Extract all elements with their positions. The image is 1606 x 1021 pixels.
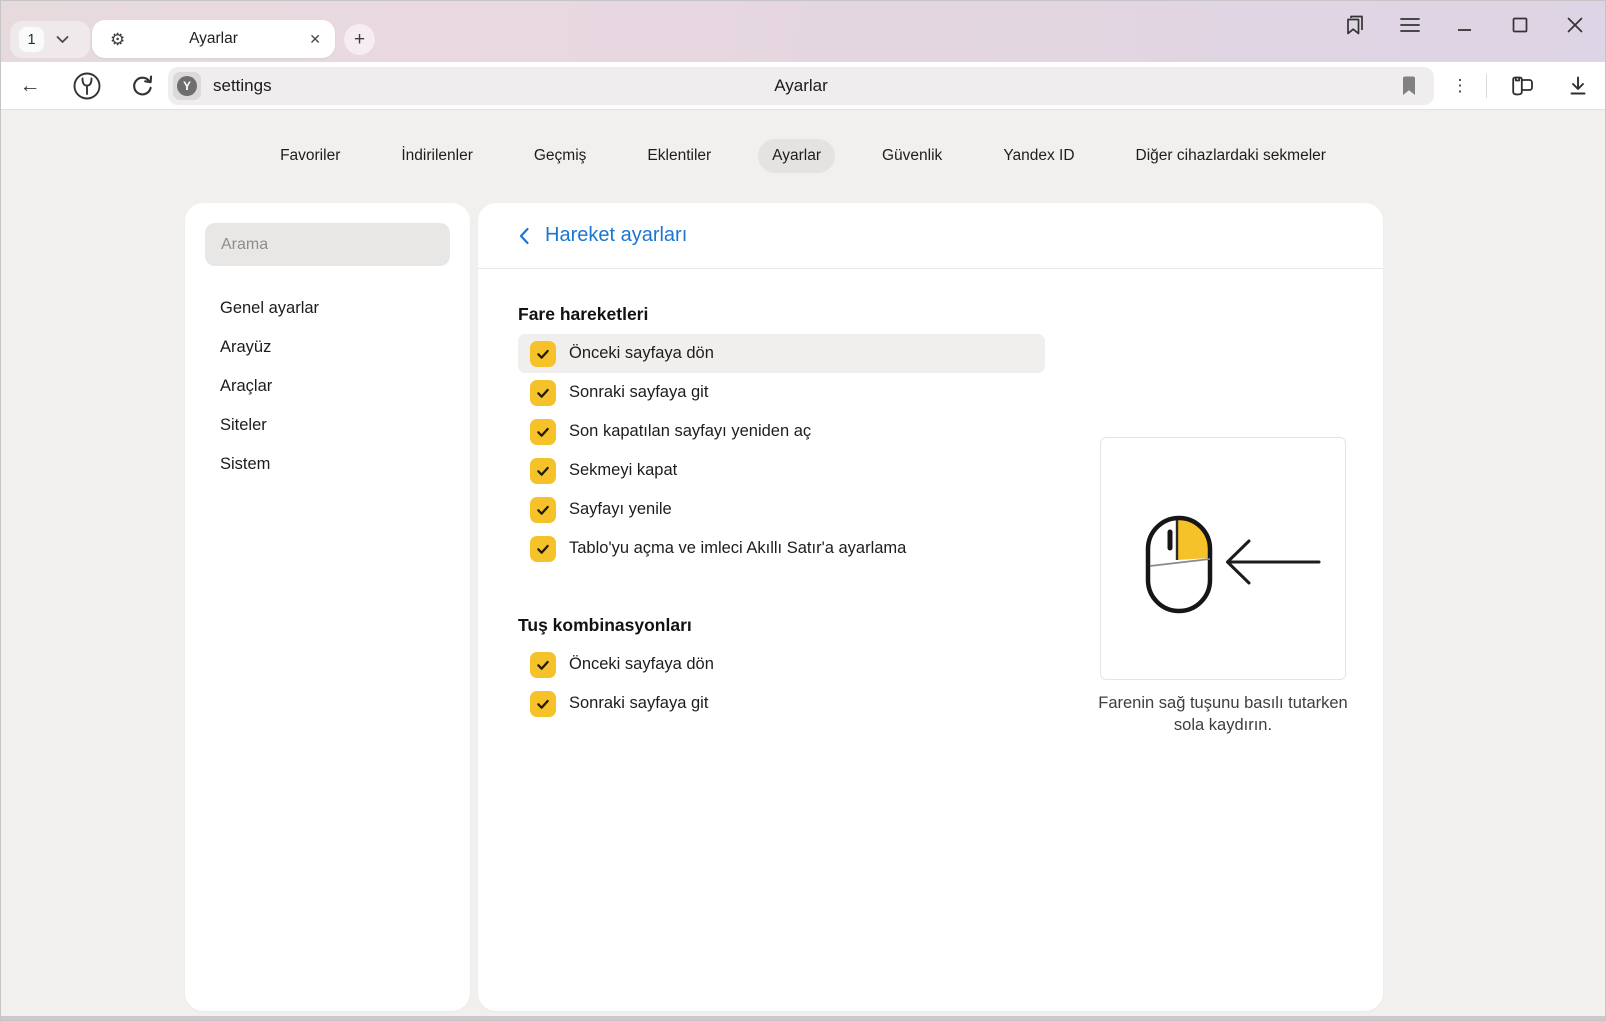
settings-sidebar: Genel ayarlar Arayüz Araçlar Siteler Sis… <box>185 203 470 1011</box>
menu-icon[interactable] <box>1398 13 1422 37</box>
panel-title: Hareket ayarları <box>545 224 687 247</box>
tab-count[interactable]: 1 <box>18 26 45 53</box>
tab-counter-button[interactable]: 1 <box>10 21 90 58</box>
checkbox-checked[interactable] <box>530 419 556 445</box>
settings-nav: Favoriler İndirilenler Geçmiş Eklentiler… <box>0 139 1606 173</box>
chevron-down-icon[interactable] <box>56 35 69 44</box>
address-bar[interactable]: Y settings Ayarlar <box>168 67 1434 105</box>
checkmark-icon <box>535 424 551 440</box>
checkmark-icon <box>535 541 551 557</box>
checkmark-icon <box>535 346 551 362</box>
gesture-row[interactable]: Önceki sayfaya dön <box>518 645 1045 684</box>
back-to-settings-button[interactable]: Hareket ayarları <box>478 203 1383 269</box>
window-bottom-edge <box>0 1016 1606 1021</box>
gesture-illustration <box>1100 437 1346 680</box>
maximize-icon[interactable] <box>1508 13 1532 37</box>
gesture-row[interactable]: Sonraki sayfaya git <box>518 373 1045 412</box>
back-button[interactable]: ← <box>12 62 48 110</box>
gesture-settings-panel: Hareket ayarları Fare hareketleri Önceki… <box>478 203 1383 1011</box>
new-tab-button[interactable]: + <box>344 24 375 55</box>
section-heading-mouse-gestures: Fare hareketleri <box>518 303 1343 325</box>
address-bar-page-title: Ayarlar <box>168 76 1434 96</box>
checkbox-checked[interactable] <box>530 458 556 484</box>
tab-diger-cihazlar[interactable]: Diğer cihazlardaki sekmeler <box>1122 139 1340 173</box>
checkbox-checked[interactable] <box>530 652 556 678</box>
tab-eklentiler[interactable]: Eklentiler <box>633 139 725 173</box>
sidebar-item-arayuz[interactable]: Arayüz <box>185 328 470 367</box>
minimize-icon[interactable] <box>1453 13 1477 37</box>
tab-gecmis[interactable]: Geçmiş <box>520 139 601 173</box>
checkmark-icon <box>535 657 551 673</box>
yandex-home-icon[interactable] <box>69 62 105 110</box>
sidebar-item-siteler[interactable]: Siteler <box>185 406 470 445</box>
checkmark-icon <box>535 696 551 712</box>
tab-indirilenler[interactable]: İndirilenler <box>387 139 487 173</box>
gesture-row[interactable]: Sonraki sayfaya git <box>518 684 1045 723</box>
sidebar-item-genel-ayarlar[interactable]: Genel ayarlar <box>185 289 470 328</box>
tab-guvenlik[interactable]: Güvenlik <box>868 139 956 173</box>
toolbar: ← Y settings Ayarlar ⋮ <box>0 62 1606 110</box>
checkbox-checked[interactable] <box>530 497 556 523</box>
close-window-icon[interactable] <box>1563 13 1587 37</box>
gesture-row[interactable]: Tablo'yu açma ve imleci Akıllı Satır'a a… <box>518 529 1045 568</box>
checkmark-icon <box>535 385 551 401</box>
toolbar-divider <box>1486 74 1487 98</box>
active-tab[interactable]: ⚙ Ayarlar ✕ <box>92 20 335 58</box>
gesture-row[interactable]: Sayfayı yenile <box>518 490 1045 529</box>
collections-icon[interactable] <box>1504 62 1540 110</box>
checkmark-icon <box>535 463 551 479</box>
mouse-swipe-left-icon <box>1101 438 1345 679</box>
gesture-row[interactable]: Son kapatılan sayfayı yeniden aç <box>518 412 1045 451</box>
kebab-menu-icon[interactable]: ⋮ <box>1444 62 1476 110</box>
illustration-caption: Farenin sağ tuşunu basılı tutarken sola … <box>1086 692 1360 736</box>
tab-yandex-id[interactable]: Yandex ID <box>989 139 1088 173</box>
tab-ayarlar[interactable]: Ayarlar <box>758 139 835 173</box>
sidebar-item-araclar[interactable]: Araçlar <box>185 367 470 406</box>
checkbox-checked[interactable] <box>530 536 556 562</box>
reload-icon[interactable] <box>124 62 160 110</box>
sidebar-item-sistem[interactable]: Sistem <box>185 445 470 484</box>
checkbox-checked[interactable] <box>530 341 556 367</box>
checkmark-icon <box>535 502 551 518</box>
bookmarks-panel-icon[interactable] <box>1343 13 1367 37</box>
settings-page: Favoriler İndirilenler Geçmiş Eklentiler… <box>0 111 1606 1016</box>
close-tab-icon[interactable]: ✕ <box>309 31 321 48</box>
titlebar: 1 ⚙ Ayarlar ✕ + <box>0 0 1606 62</box>
gesture-row[interactable]: Önceki sayfaya dön <box>518 334 1045 373</box>
checkbox-checked[interactable] <box>530 691 556 717</box>
search-input[interactable] <box>205 223 450 266</box>
tab-title: Ayarlar <box>92 30 335 48</box>
tab-favoriler[interactable]: Favoriler <box>266 139 354 173</box>
checkbox-checked[interactable] <box>530 380 556 406</box>
bookmark-icon[interactable] <box>1401 76 1417 101</box>
gesture-row[interactable]: Sekmeyi kapat <box>518 451 1045 490</box>
chevron-left-icon <box>518 227 530 245</box>
download-icon[interactable] <box>1560 62 1596 110</box>
